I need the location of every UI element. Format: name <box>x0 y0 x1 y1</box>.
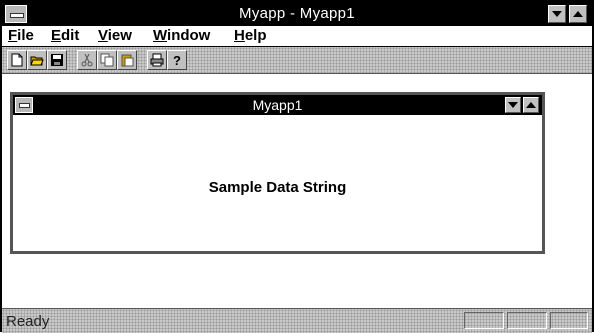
menu-help[interactable]: Help <box>234 27 267 44</box>
minimize-icon <box>508 102 518 108</box>
open-button[interactable] <box>27 50 47 70</box>
paste-button[interactable] <box>117 50 137 70</box>
application-window: Myapp - Myapp1 File Edit View Window Hel… <box>0 0 594 333</box>
copy-icon <box>100 53 114 67</box>
document-window[interactable]: Myapp1 Sample Data String <box>10 92 545 254</box>
maximize-icon <box>573 11 583 17</box>
menu-edit[interactable]: Edit <box>51 27 79 44</box>
open-icon <box>30 56 44 66</box>
document-minimize-button[interactable] <box>505 97 521 113</box>
window-title: Myapp - Myapp1 <box>239 5 355 22</box>
maximize-button[interactable] <box>569 5 587 23</box>
cut-icon <box>81 53 93 67</box>
menu-window[interactable]: Window <box>153 27 210 44</box>
paste-icon <box>121 54 134 67</box>
maximize-icon <box>526 102 536 108</box>
save-button[interactable] <box>47 50 67 70</box>
help-icon: ? <box>173 53 181 67</box>
print-button[interactable] <box>147 50 167 70</box>
new-icon <box>11 53 23 67</box>
title-bar[interactable]: Myapp - Myapp1 <box>2 2 592 26</box>
svg-text:?: ? <box>173 53 181 67</box>
document-maximize-button[interactable] <box>523 97 539 113</box>
menu-bar: File Edit View Window Help <box>2 26 592 47</box>
document-title-bar[interactable]: Myapp1 <box>13 95 542 115</box>
document-content-area[interactable]: Sample Data String <box>13 115 542 251</box>
status-bar: Ready <box>2 308 592 333</box>
cut-button[interactable] <box>77 50 97 70</box>
sample-data-text: Sample Data String <box>208 179 347 196</box>
menu-file[interactable]: File <box>8 27 34 44</box>
status-indicator-cap <box>464 312 504 329</box>
document-title: Myapp1 <box>252 97 303 113</box>
status-text: Ready <box>6 313 50 330</box>
save-icon <box>51 54 63 66</box>
menu-view[interactable]: View <box>98 27 132 44</box>
status-indicator-num <box>507 312 547 329</box>
print-icon <box>150 53 164 67</box>
toolbar: ? <box>2 47 592 74</box>
minimize-button[interactable] <box>548 5 566 23</box>
status-indicator-scrl <box>550 312 588 329</box>
new-button[interactable] <box>7 50 27 70</box>
copy-button[interactable] <box>97 50 117 70</box>
minimize-icon <box>552 11 562 17</box>
help-button[interactable]: ? <box>167 50 187 70</box>
